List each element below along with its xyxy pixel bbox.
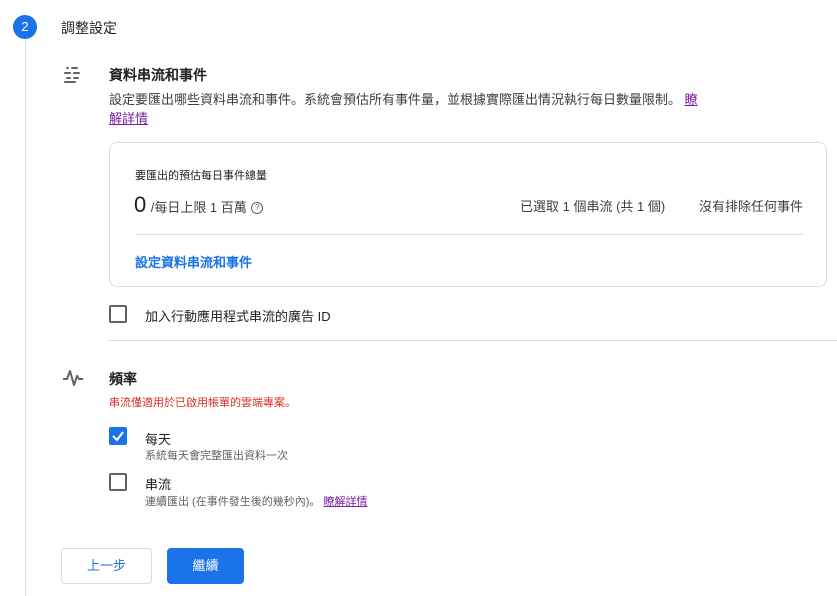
streams-description-text: 設定要匯出哪些資料串流和事件。系統會預估所有事件量，並根據實際匯出情況執行每日數… bbox=[109, 92, 682, 107]
frequency-section-title: 頻率 bbox=[109, 371, 137, 387]
step-title: 調整設定 bbox=[61, 20, 117, 36]
daily-option-label: 每天 bbox=[145, 432, 172, 447]
frequency-warning: 串流僅適用於已啟用帳單的雲端專案。 bbox=[109, 397, 296, 409]
activity-pulse-icon bbox=[62, 368, 84, 388]
learn-more-link-part2[interactable]: 解詳情 bbox=[109, 111, 148, 126]
streaming-option-description-row: 連續匯出 (在事件發生後的幾秒內)。 瞭解詳情 bbox=[145, 493, 367, 509]
step-number-badge: 2 bbox=[13, 15, 37, 39]
advertising-id-checkbox[interactable] bbox=[109, 305, 127, 323]
daily-checkbox[interactable] bbox=[109, 427, 127, 445]
learn-more-wrap: 解詳情 bbox=[109, 108, 148, 127]
learn-more-link-part1[interactable]: 瞭 bbox=[685, 92, 698, 107]
step-connector-line bbox=[25, 37, 26, 596]
daily-option-description: 系統每天會完整匯出資料一次 bbox=[145, 450, 288, 462]
streams-section-title: 資料串流和事件 bbox=[109, 67, 207, 83]
streams-section-description: 設定要匯出哪些資料串流和事件。系統會預估所有事件量，並根據實際匯出情況執行每日數… bbox=[109, 89, 698, 108]
estimate-label: 要匯出的預估每日事件總量 bbox=[135, 170, 267, 182]
estimate-value: 0 bbox=[134, 192, 147, 217]
section-divider bbox=[109, 340, 837, 341]
selected-streams-count: 已選取 1 個串流 (共 1 個) bbox=[520, 199, 666, 214]
streams-list-icon bbox=[63, 66, 83, 84]
estimate-value-row: 0 /每日上限 1 百萬 ? bbox=[134, 192, 264, 218]
continue-button[interactable]: 繼續 bbox=[167, 548, 244, 584]
streaming-option-label: 串流 bbox=[145, 477, 172, 492]
streaming-learn-more-link[interactable]: 瞭解詳情 bbox=[323, 496, 367, 508]
configure-streams-link[interactable]: 設定資料串流和事件 bbox=[135, 252, 252, 271]
streaming-checkbox[interactable] bbox=[109, 473, 127, 491]
back-button[interactable]: 上一步 bbox=[61, 548, 152, 584]
help-circle-icon[interactable]: ? bbox=[251, 201, 264, 214]
estimate-limit: /每日上限 1 百萬 bbox=[150, 200, 247, 215]
advertising-id-label: 加入行動應用程式串流的廣告 ID bbox=[145, 309, 331, 324]
excluded-events-status: 沒有排除任何事件 bbox=[699, 199, 804, 214]
card-divider bbox=[135, 234, 803, 235]
streaming-option-description: 連續匯出 (在事件發生後的幾秒內)。 bbox=[145, 496, 321, 508]
